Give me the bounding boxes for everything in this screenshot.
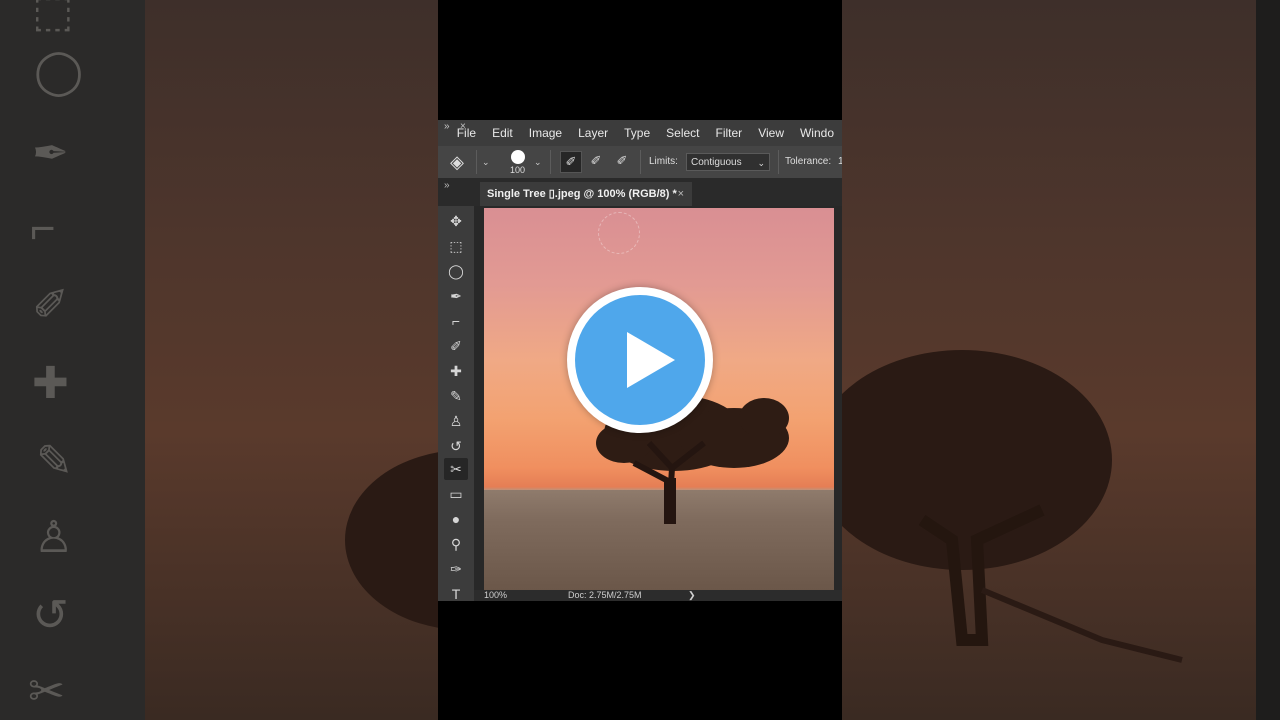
divider xyxy=(778,150,779,174)
crop-icon: ⌐ xyxy=(30,204,56,253)
background-eraser-tool-icon[interactable]: ✂ xyxy=(444,458,468,480)
history-brush-icon: ↺ xyxy=(32,591,69,640)
eyedropper-tool-icon[interactable]: ✐ xyxy=(444,335,468,357)
move-tool-icon[interactable]: ✥ xyxy=(444,210,468,232)
blurred-edge xyxy=(1256,0,1280,720)
menu-type[interactable]: Type xyxy=(616,126,658,140)
play-icon xyxy=(627,332,675,388)
doc-size: Doc: 2.75M/2.75M xyxy=(568,590,642,600)
divider xyxy=(550,150,551,174)
eyedropper-icon: ✐ xyxy=(32,281,69,330)
brush-picker-chevron-icon[interactable]: ⌄ xyxy=(534,157,542,168)
crop-tool-icon[interactable]: ⌐ xyxy=(444,310,468,332)
pen-tool-icon[interactable]: ✑ xyxy=(444,558,468,580)
tolerance-label: Tolerance: xyxy=(785,156,832,167)
collapse-panel-icon[interactable]: » xyxy=(444,121,450,132)
blurred-tree-icon xyxy=(345,452,438,628)
panel-controls: » × xyxy=(438,120,466,146)
chevron-down-icon: ⌄ xyxy=(757,158,765,168)
close-panel-icon[interactable]: × xyxy=(460,121,466,132)
collapse-toolbar-icon[interactable]: » xyxy=(444,180,450,191)
blurred-toolbar: ⬚ ◯ ✒ ⌐ ✐ ✚ ✎ ♙ ↺ ✂ xyxy=(0,0,145,720)
menu-window[interactable]: Windo xyxy=(792,126,842,140)
limits-select[interactable]: Contiguous ⌄ xyxy=(686,153,770,171)
status-arrow-icon[interactable]: ❯ xyxy=(688,590,696,601)
brush-size: 100 xyxy=(510,165,526,175)
healing-brush-tool-icon[interactable]: ✚ xyxy=(444,360,468,382)
menu-filter[interactable]: Filter xyxy=(708,126,751,140)
blurred-canvas xyxy=(145,0,438,720)
clone-stamp-tool-icon[interactable]: ♙ xyxy=(444,410,468,432)
brush-tool-icon[interactable]: ✎ xyxy=(444,385,468,407)
blur-tool-icon[interactable]: ● xyxy=(444,508,468,530)
brush-icon: ✎ xyxy=(36,437,73,486)
menu-view[interactable]: View xyxy=(750,126,792,140)
limits-label: Limits: xyxy=(649,156,678,167)
sampling-continuous-icon[interactable]: ✐ xyxy=(560,151,582,173)
status-bar: 100% Doc: 2.75M/2.75M ❯ xyxy=(474,590,842,601)
menu-image[interactable]: Image xyxy=(521,126,570,140)
document-tab-title: Single Tree ▯.jpeg @ 100% (RGB/8) * xyxy=(487,188,677,200)
menu-edit[interactable]: Edit xyxy=(484,126,521,140)
blurred-tree-right-icon xyxy=(842,350,1183,663)
play-button-circle xyxy=(575,295,705,425)
menu-bar: » × File Edit Image Layer Type Select Fi… xyxy=(438,120,842,146)
lasso-icon: ◯ xyxy=(34,47,84,96)
dodge-tool-icon[interactable]: ⚲ xyxy=(444,533,468,555)
menu-layer[interactable]: Layer xyxy=(570,126,616,140)
tolerance-value[interactable]: 1 xyxy=(838,156,842,167)
eraser-icon: ✂ xyxy=(28,667,65,716)
healing-brush-icon: ✚ xyxy=(32,359,69,408)
marquee-tool-icon[interactable]: ⬚ xyxy=(444,235,468,257)
close-tab-icon[interactable]: × xyxy=(678,182,684,206)
blurred-background-left: ⬚ ◯ ✒ ⌐ ✐ ✚ ✎ ♙ ↺ ✂ xyxy=(0,0,438,720)
layers-icon[interactable]: ◈ xyxy=(444,148,470,176)
blurred-background-right xyxy=(842,0,1280,720)
quick-selection-icon: ✒ xyxy=(32,129,69,178)
blurred-canvas-right xyxy=(842,0,1256,720)
options-bar: ◈ ⌄ 100 ⌄ ✐ ✐ ✐ Limits: Contiguous ⌄ Tol… xyxy=(438,146,842,178)
brush-cursor xyxy=(598,212,640,254)
gradient-tool-icon[interactable]: ▭ xyxy=(444,483,468,505)
lasso-tool-icon[interactable]: ◯ xyxy=(444,260,468,282)
type-tool-icon[interactable]: T xyxy=(444,583,468,601)
zoom-level[interactable]: 100% xyxy=(484,590,507,600)
tool-preset-chevron-icon[interactable]: ⌄ xyxy=(482,157,490,168)
menu-file[interactable]: File xyxy=(449,126,484,140)
sampling-background-swatch-icon[interactable]: ✐ xyxy=(612,151,632,171)
divider xyxy=(476,150,477,174)
history-brush-tool-icon[interactable]: ↺ xyxy=(444,435,468,457)
menu-select[interactable]: Select xyxy=(658,126,707,140)
tools-panel: ✥ ⬚ ◯ ✒ ⌐ ✐ ✚ ✎ ♙ ↺ ✂ ▭ ● ⚲ ✑ T xyxy=(438,206,474,601)
sampling-once-icon[interactable]: ✐ xyxy=(586,151,606,171)
document-tab-bar: » Single Tree ▯.jpeg @ 100% (RGB/8) * × xyxy=(438,178,842,206)
marquee-icon: ⬚ xyxy=(32,0,74,36)
document-tab[interactable]: Single Tree ▯.jpeg @ 100% (RGB/8) * × xyxy=(480,182,692,206)
play-button[interactable] xyxy=(567,287,713,433)
clone-stamp-icon: ♙ xyxy=(34,513,74,562)
brush-preview[interactable] xyxy=(511,150,525,164)
limits-value: Contiguous xyxy=(691,157,742,168)
quick-selection-tool-icon[interactable]: ✒ xyxy=(444,285,468,307)
divider xyxy=(640,150,641,174)
